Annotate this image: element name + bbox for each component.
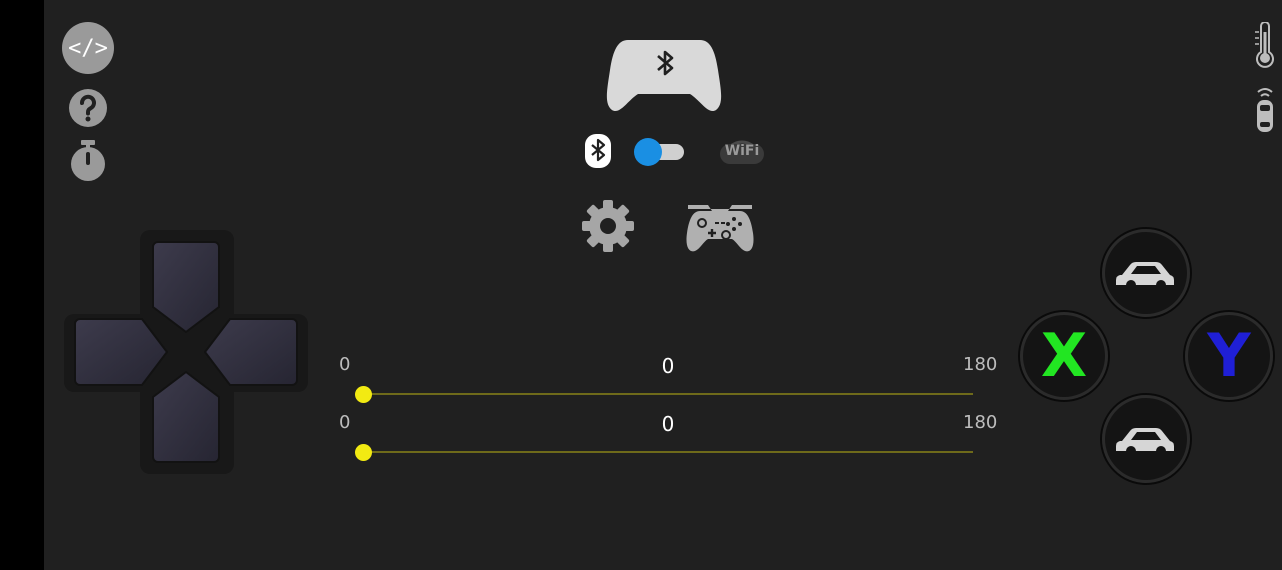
code-label: </> xyxy=(68,35,108,61)
slider1-thumb[interactable] xyxy=(355,386,372,403)
car-icon xyxy=(1116,428,1174,456)
settings-button[interactable] xyxy=(580,198,636,254)
forward-button[interactable] xyxy=(1102,229,1190,317)
wifi-label: WiFi xyxy=(724,143,760,159)
slider2[interactable] xyxy=(355,418,973,461)
toggle-thumb xyxy=(634,138,662,166)
gamepad-icon xyxy=(686,205,754,252)
gamepad-button[interactable] xyxy=(686,201,754,253)
dpad xyxy=(62,226,312,478)
bluetooth-icon xyxy=(585,134,611,168)
dpad-left[interactable] xyxy=(74,318,169,386)
slider2-track xyxy=(363,451,973,453)
slider2-min: 0 xyxy=(339,412,351,433)
thermometer-status[interactable] xyxy=(1253,21,1277,68)
x-label: X xyxy=(1040,321,1088,391)
slider1[interactable] xyxy=(355,360,973,403)
controller-status xyxy=(606,34,722,114)
connection-toggle[interactable] xyxy=(634,138,686,166)
wifi-mode[interactable]: WiFi xyxy=(718,136,766,168)
backward-button[interactable] xyxy=(1102,395,1190,483)
car-sensor-icon xyxy=(1257,88,1273,132)
dpad-right[interactable] xyxy=(203,318,298,386)
question-icon xyxy=(69,89,107,127)
bluetooth-mode[interactable] xyxy=(584,133,612,169)
y-button[interactable]: Y xyxy=(1185,312,1273,400)
timer-button[interactable] xyxy=(69,138,107,184)
y-label: Y xyxy=(1207,321,1251,391)
car-icon xyxy=(1116,262,1174,290)
x-button[interactable]: X xyxy=(1020,312,1108,400)
bluetooth-controller-icon xyxy=(606,40,722,112)
gear-icon xyxy=(582,200,634,252)
stopwatch-icon xyxy=(71,140,105,181)
slider1-track xyxy=(363,393,973,395)
slider2-thumb[interactable] xyxy=(355,444,372,461)
code-button[interactable]: </> xyxy=(62,22,114,74)
slider1-min: 0 xyxy=(339,354,351,375)
car-sensor-status[interactable] xyxy=(1253,86,1277,134)
thermometer-icon xyxy=(1255,21,1274,68)
help-button[interactable] xyxy=(68,88,108,128)
